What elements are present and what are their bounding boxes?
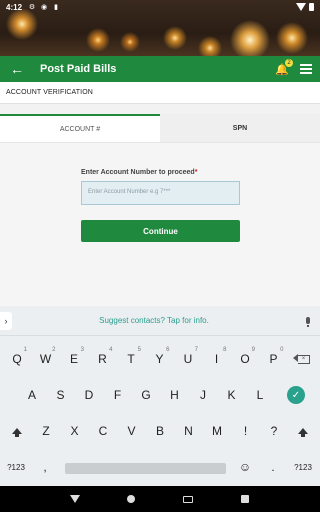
back-arrow-icon[interactable]: ← — [8, 61, 26, 77]
microphone-icon[interactable] — [296, 317, 320, 327]
key-exclamation[interactable]: ! — [232, 416, 260, 446]
key-a[interactable]: A — [18, 380, 46, 410]
key-hint: 7 — [194, 347, 198, 353]
comma-key[interactable]: , — [30, 452, 60, 482]
nav-keyboard-icon[interactable] — [183, 495, 193, 503]
key-m[interactable]: M — [203, 416, 231, 446]
key-p[interactable]: P0 — [260, 344, 288, 374]
keyboard-row-3: Z X C V B N M!? — [0, 416, 320, 446]
system-nav-bar — [0, 486, 320, 512]
key-hint: 0 — [280, 347, 284, 353]
sim-icon: ▮ — [54, 4, 58, 11]
key-hint: 6 — [166, 347, 170, 353]
keyboard-row-2: A S D F G H J K L ✓ — [0, 380, 320, 410]
key-v[interactable]: V — [118, 416, 146, 446]
account-number-input[interactable]: Enter Account Number e.g 7*** — [81, 181, 240, 205]
app-icon: ◉ — [40, 4, 48, 11]
key-k[interactable]: K — [218, 380, 246, 410]
space-key[interactable] — [65, 463, 226, 474]
settings-icon: ⚙ — [28, 4, 36, 11]
account-number-label: Enter Account Number to proceed* — [81, 169, 198, 176]
key-s[interactable]: S — [47, 380, 75, 410]
symbols-key[interactable]: ?123 — [2, 452, 30, 482]
wifi-icon — [296, 3, 306, 11]
suggestion-strip: › Suggest contacts? Tap for info. — [0, 306, 320, 336]
required-mark: * — [194, 169, 198, 176]
nav-home-icon[interactable] — [127, 495, 135, 503]
key-i[interactable]: I8 — [203, 344, 231, 374]
status-bar: 4:12 ⚙ ◉ ▮ — [0, 0, 320, 14]
symbols-key-right[interactable]: ?123 — [288, 452, 318, 482]
section-title: ACCOUNT VERIFICATION — [0, 82, 320, 104]
key-e[interactable]: E3 — [60, 344, 88, 374]
key-r[interactable]: R4 — [89, 344, 117, 374]
key-b[interactable]: B — [146, 416, 174, 446]
key-g[interactable]: G — [132, 380, 160, 410]
nav-recents-icon[interactable] — [241, 495, 249, 503]
key-o[interactable]: O9 — [231, 344, 259, 374]
key-h[interactable]: H — [161, 380, 189, 410]
key-d[interactable]: D — [75, 380, 103, 410]
key-x[interactable]: X — [61, 416, 89, 446]
battery-icon — [309, 3, 314, 11]
key-c[interactable]: C — [89, 416, 117, 446]
emoji-icon[interactable]: ☺ — [232, 452, 258, 482]
key-hint: 1 — [23, 347, 27, 353]
nav-back-icon[interactable] — [70, 495, 80, 503]
period-key[interactable]: . — [260, 452, 286, 482]
suggestion-text[interactable]: Suggest contacts? Tap for info. — [12, 316, 296, 325]
page-title: Post Paid Bills — [40, 63, 117, 75]
key-hint: 3 — [80, 347, 84, 353]
app-toolbar: ← Post Paid Bills 🔔 2 — [0, 56, 320, 82]
tab-account-number[interactable]: ACCOUNT # — [0, 114, 160, 142]
key-hint: 5 — [137, 347, 141, 353]
key-hint: 9 — [251, 347, 255, 353]
notification-bell-icon[interactable]: 🔔 2 — [274, 59, 293, 77]
notification-badge: 2 — [285, 59, 293, 67]
enter-key[interactable]: ✓ — [282, 380, 310, 410]
key-t[interactable]: T5 — [117, 344, 145, 374]
key-j[interactable]: J — [189, 380, 217, 410]
key-f[interactable]: F — [104, 380, 132, 410]
key-q[interactable]: Q1 — [3, 344, 31, 374]
status-time: 4:12 — [6, 2, 23, 12]
key-hint: 8 — [223, 347, 227, 353]
shift-icon[interactable] — [3, 416, 31, 446]
tab-spn[interactable]: SPN — [160, 114, 320, 142]
key-hint: 2 — [52, 347, 56, 353]
key-question[interactable]: ? — [260, 416, 288, 446]
tab-bar: ACCOUNT # SPN — [0, 114, 320, 142]
shift-icon-right[interactable] — [289, 416, 317, 446]
key-l[interactable]: L — [246, 380, 274, 410]
key-y[interactable]: Y6 — [146, 344, 174, 374]
hamburger-menu-icon[interactable] — [300, 64, 312, 74]
chevron-right-icon[interactable]: › — [0, 311, 12, 330]
keyboard-row-1: Q 1 W 2 E 3 R 4 T 5 Y 6 U 7 I 8 O 9 P 0 × — [0, 344, 320, 374]
keyboard-row-4: ?123 , ☺ . ?123 — [0, 452, 320, 482]
continue-button[interactable]: Continue — [81, 220, 240, 242]
key-n[interactable]: N — [175, 416, 203, 446]
checkmark-icon: ✓ — [287, 386, 305, 404]
backspace-icon[interactable]: × — [290, 344, 318, 374]
key-hint: 4 — [109, 347, 113, 353]
key-z[interactable]: Z — [32, 416, 60, 446]
key-u[interactable]: U7 — [174, 344, 202, 374]
soft-keyboard: › Suggest contacts? Tap for info. Q1W2E3… — [0, 306, 320, 486]
key-w[interactable]: W2 — [32, 344, 60, 374]
account-form: Enter Account Number to proceed* Enter A… — [0, 142, 320, 306]
